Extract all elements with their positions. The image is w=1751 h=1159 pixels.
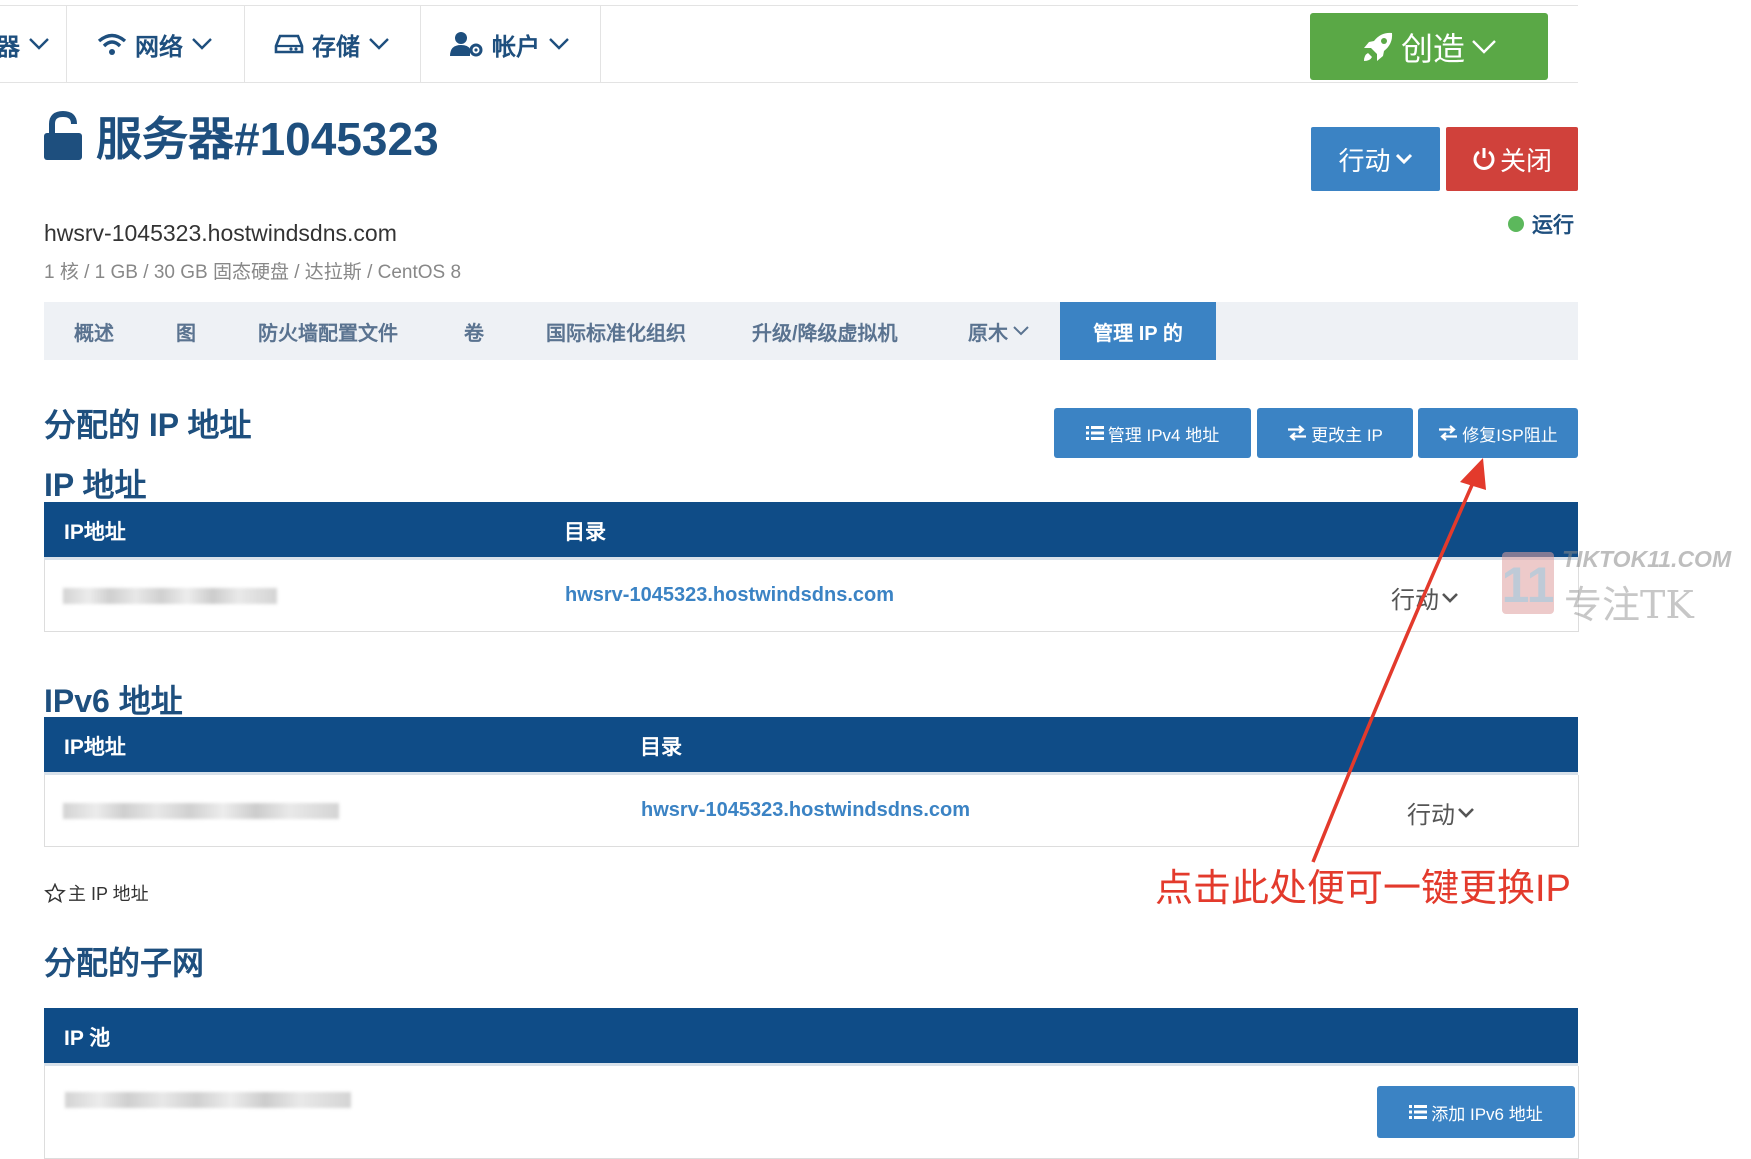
list-icon bbox=[1085, 426, 1104, 440]
server-title: 服务器#1045323 bbox=[96, 113, 439, 165]
tab-graphs[interactable]: 图 bbox=[176, 302, 196, 360]
ipv6-heading: IPv6 地址 bbox=[44, 683, 183, 719]
nav-item-partial[interactable]: 器 bbox=[0, 6, 67, 82]
exchange-icon bbox=[1288, 425, 1307, 441]
close-server-button[interactable]: 关闭 bbox=[1446, 127, 1578, 191]
annotation-text: 点击此处便可一键更换IP bbox=[1155, 868, 1571, 910]
status-dot-icon bbox=[1508, 216, 1524, 232]
primary-ip-legend: 主 IP 地址 bbox=[44, 880, 149, 906]
column-header-directory: 目录 bbox=[640, 736, 682, 759]
tiktok11-logo-icon: 11 bbox=[1502, 552, 1555, 614]
column-header-ip-pool: IP 池 bbox=[64, 1027, 111, 1050]
ipv4-heading: IP 地址 bbox=[44, 467, 147, 503]
chevron-down-icon bbox=[1472, 39, 1496, 54]
tab-logs[interactable]: 原木 bbox=[968, 302, 1030, 360]
directory-link[interactable]: hwsrv-1045323.hostwindsdns.com bbox=[641, 799, 970, 822]
power-icon bbox=[1473, 148, 1495, 170]
annotation-arrow bbox=[1311, 458, 1486, 863]
list-icon bbox=[1409, 1105, 1428, 1119]
column-header-ip: IP地址 bbox=[64, 736, 126, 759]
manage-ipv4-button[interactable]: 管理 IPv4 地址 bbox=[1054, 408, 1251, 458]
create-button[interactable]: 创造 bbox=[1310, 13, 1548, 80]
chevron-down-icon bbox=[1013, 326, 1029, 336]
column-header-ip: IP地址 bbox=[64, 521, 126, 544]
assigned-ip-heading: 分配的 IP 地址 bbox=[44, 407, 252, 443]
unlock-icon bbox=[44, 111, 82, 160]
subnet-table-header: IP 池 bbox=[44, 1008, 1578, 1066]
tab-firewall[interactable]: 防火墙配置文件 bbox=[258, 302, 398, 360]
tab-upgrade[interactable]: 升级/降级虚拟机 bbox=[752, 302, 898, 360]
redacted-ip-pool bbox=[65, 1092, 351, 1108]
exchange-icon bbox=[1439, 425, 1458, 441]
user-cog-icon bbox=[450, 32, 483, 57]
redacted-ip-address bbox=[63, 803, 339, 819]
nav-item-storage[interactable]: 存储 bbox=[244, 6, 421, 82]
chevron-down-icon bbox=[192, 38, 212, 50]
tab-iso[interactable]: 国际标准化组织 bbox=[546, 302, 686, 360]
watermark-slogan: 专注TK bbox=[1564, 583, 1694, 627]
wifi-icon bbox=[97, 33, 127, 55]
chevron-down-icon bbox=[29, 38, 49, 50]
page-title: 服务器#1045323 bbox=[42, 104, 439, 168]
chevron-down-icon bbox=[549, 38, 569, 50]
table-row: 添加 IPv6 地址 bbox=[44, 1066, 1579, 1159]
tab-volumes[interactable]: 卷 bbox=[464, 302, 484, 360]
column-header-directory: 目录 bbox=[564, 521, 606, 544]
add-ipv6-button[interactable]: 添加 IPv6 地址 bbox=[1377, 1086, 1575, 1138]
directory-link[interactable]: hwsrv-1045323.hostwindsdns.com bbox=[565, 584, 894, 607]
server-hostname: hwsrv-1045323.hostwindsdns.com bbox=[44, 220, 397, 246]
svg-text:11: 11 bbox=[1502, 557, 1555, 613]
nav-item-account[interactable]: 帐户 bbox=[420, 6, 601, 82]
chevron-down-icon bbox=[1395, 153, 1412, 165]
star-outline-icon bbox=[44, 883, 66, 903]
chevron-down-icon bbox=[369, 38, 389, 50]
assigned-subnets-heading: 分配的子网 bbox=[44, 945, 205, 981]
tab-manage-ip[interactable]: 管理 IP 的 bbox=[1060, 302, 1216, 360]
watermark-domain: TIKTOK11.COM bbox=[1562, 546, 1732, 572]
watermark: 11 TIKTOK11.COM 专注TK bbox=[1500, 540, 1732, 627]
nav-item-network[interactable]: 网络 bbox=[66, 6, 245, 82]
redacted-ip-address bbox=[63, 588, 277, 604]
hard-drive-icon bbox=[274, 34, 304, 54]
server-action-button[interactable]: 行动 bbox=[1311, 127, 1440, 191]
tab-overview[interactable]: 概述 bbox=[74, 302, 114, 360]
rocket-icon bbox=[1363, 32, 1393, 61]
server-specs: 1 核 / 1 GB / 30 GB 固态硬盘 / 达拉斯 / CentOS 8 bbox=[44, 262, 462, 283]
server-tabs: 概述 图 防火墙配置文件 卷 国际标准化组织 升级/降级虚拟机 原木 管理 IP… bbox=[44, 302, 1578, 360]
server-status: 运行 bbox=[1508, 209, 1574, 239]
